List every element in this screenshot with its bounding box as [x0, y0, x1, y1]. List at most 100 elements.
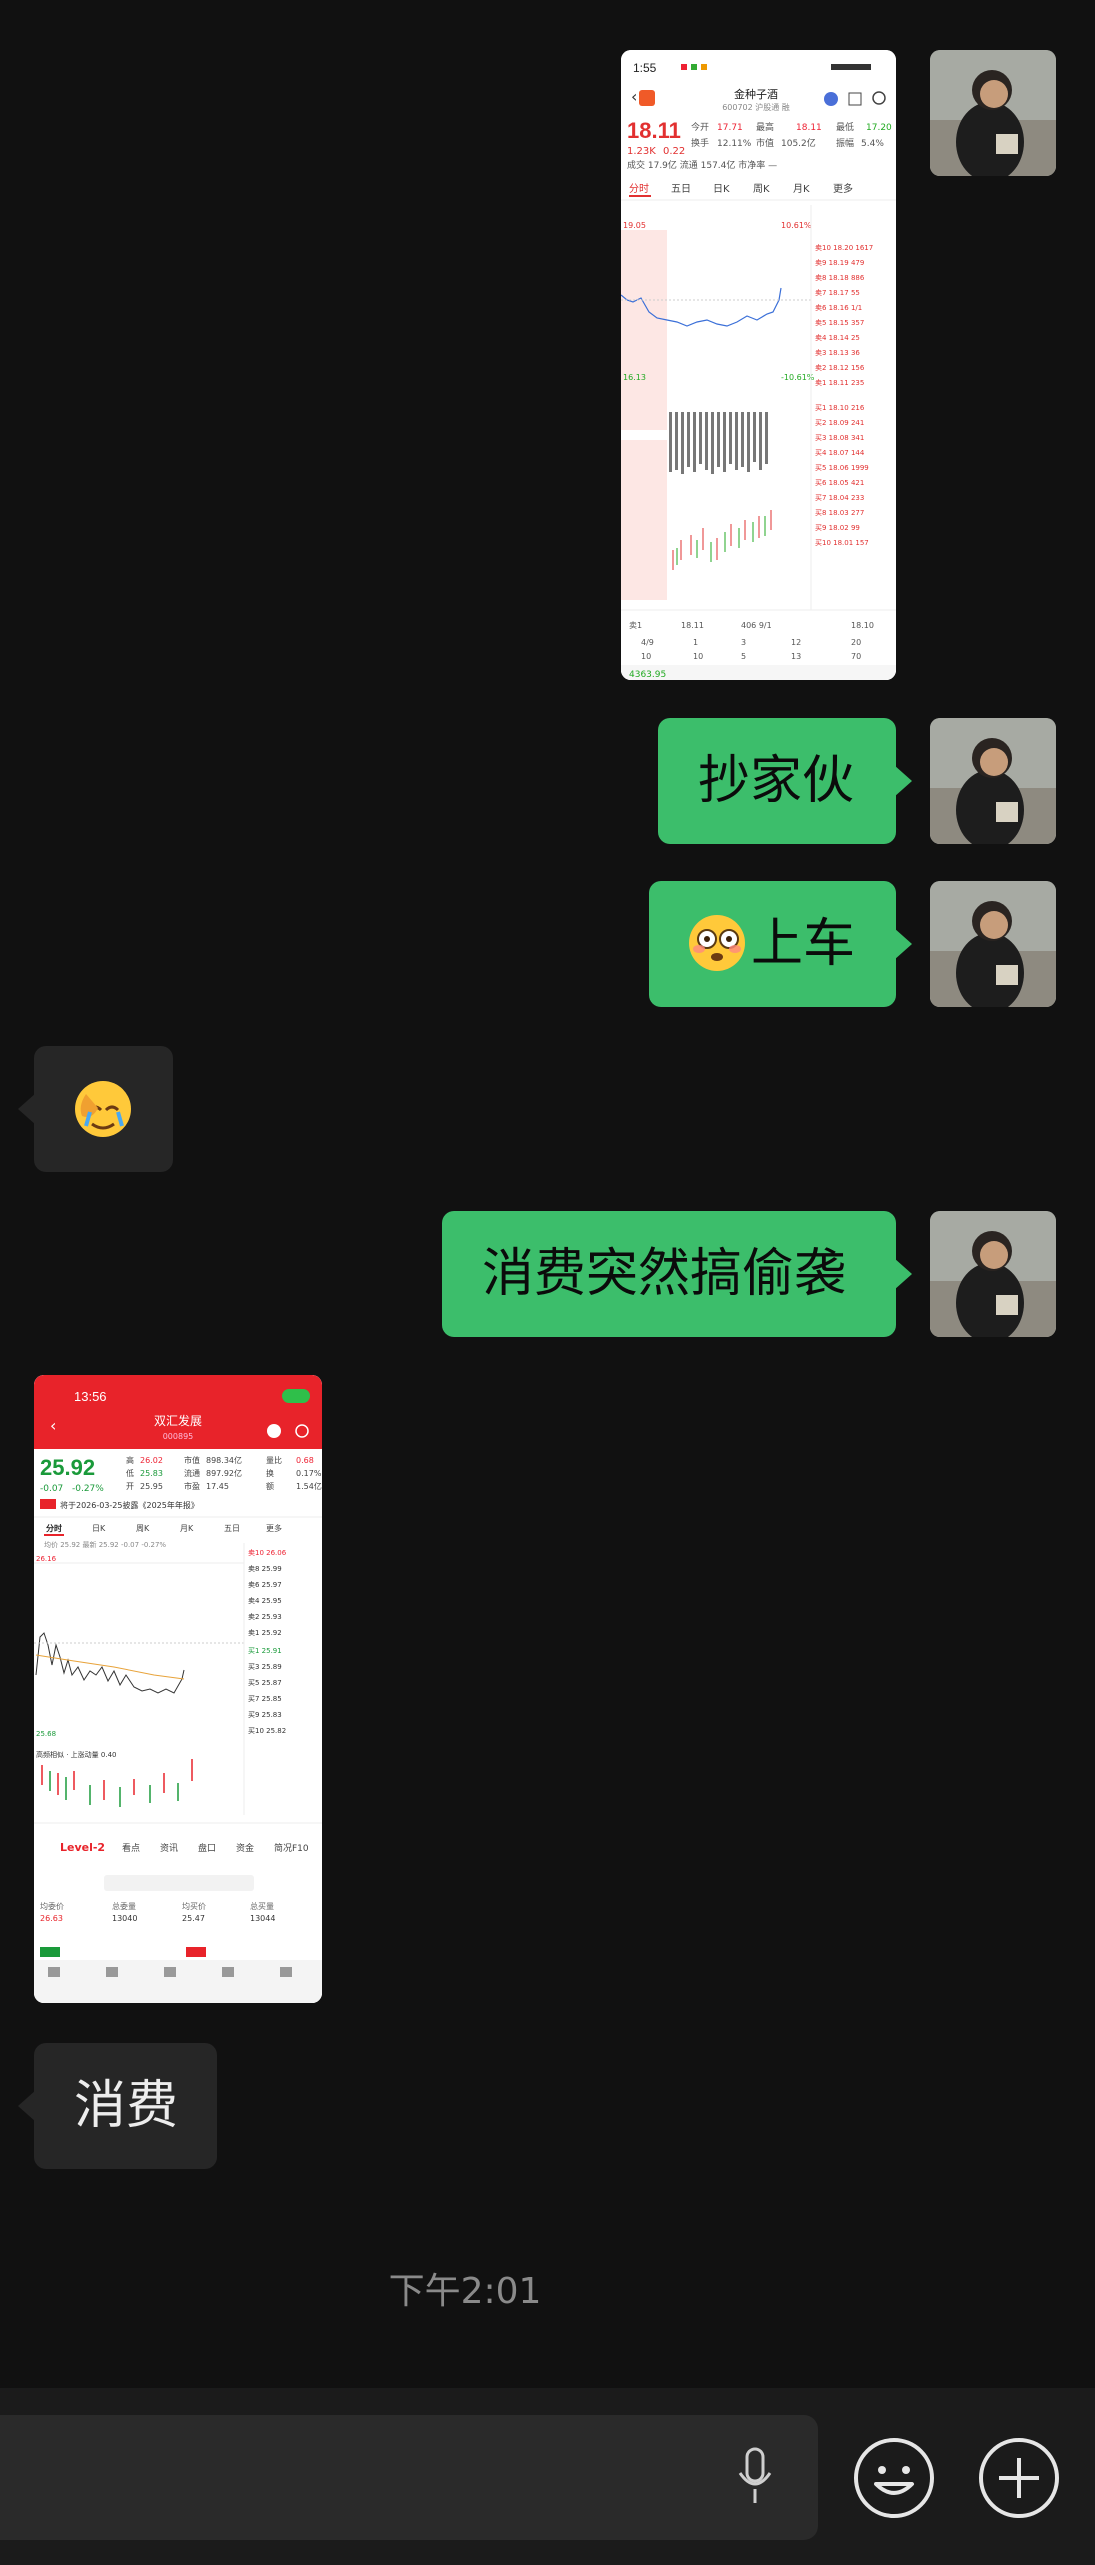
avatar-self[interactable] — [930, 1211, 1056, 1337]
svg-text:月K: 月K — [793, 183, 810, 195]
svg-text:18.10: 18.10 — [851, 621, 874, 630]
shot1-pct: 0.22 — [663, 146, 685, 157]
shot2-stat-value-3: 13044 — [250, 1914, 275, 1923]
svg-text:26.16: 26.16 — [36, 1555, 57, 1563]
svg-text:资讯: 资讯 — [160, 1843, 178, 1854]
svg-text:五日: 五日 — [671, 184, 691, 195]
message-bubble-out[interactable]: 上车 — [649, 881, 912, 1007]
svg-text:卖5 18.15 357: 卖5 18.15 357 — [815, 319, 864, 327]
svg-text:量比: 量比 — [266, 1455, 282, 1465]
svg-text:10.61%: 10.61% — [781, 221, 812, 230]
svg-text:卖3 18.13 36: 卖3 18.13 36 — [815, 349, 860, 357]
svg-text:高频相似 · 上涨动量 0.40: 高频相似 · 上涨动量 0.40 — [36, 1750, 117, 1759]
svg-text:流通: 流通 — [184, 1468, 200, 1478]
svg-text:5: 5 — [741, 652, 746, 661]
svg-text:卖1: 卖1 — [629, 621, 642, 630]
message-bubble-out[interactable]: 抄家伙 — [658, 718, 912, 844]
svg-text:卖8 25.99: 卖8 25.99 — [248, 1565, 282, 1573]
svg-text:卖10 18.20 1617: 卖10 18.20 1617 — [815, 244, 873, 252]
svg-text:市值: 市值 — [756, 137, 774, 149]
svg-text:10: 10 — [641, 652, 651, 661]
svg-text:卖6 25.97: 卖6 25.97 — [248, 1581, 282, 1589]
svg-text:买3 18.08 341: 买3 18.08 341 — [815, 434, 864, 442]
svg-text:分时: 分时 — [629, 183, 649, 195]
svg-text:买1 25.91: 买1 25.91 — [248, 1647, 282, 1655]
svg-text:换: 换 — [266, 1468, 274, 1478]
chat-screen: { "messages": { "m2": {"text": "抄家伙"}, "… — [0, 0, 1095, 2565]
svg-text:26.02: 26.02 — [140, 1456, 163, 1465]
svg-text:卖6 18.16 1/1: 卖6 18.16 1/1 — [815, 304, 862, 312]
svg-text:最高: 最高 — [756, 121, 774, 133]
svg-text:均价 25.92 最新 25.92 -0.07 -0.27%: 均价 25.92 最新 25.92 -0.07 -0.27% — [44, 1540, 166, 1549]
svg-text:买5 25.87: 买5 25.87 — [248, 1679, 282, 1687]
shot2-stat-value-2: 25.47 — [182, 1914, 205, 1923]
svg-text:买7 25.85: 买7 25.85 — [248, 1695, 282, 1703]
shot1-bottom-value: 4363.95 — [629, 670, 666, 680]
smiley-icon[interactable] — [854, 2438, 934, 2518]
svg-text:低: 低 — [126, 1468, 134, 1478]
flushed-face-emoji-icon — [689, 915, 745, 971]
svg-text:19.05: 19.05 — [623, 221, 646, 230]
svg-text:买8 18.03 277: 买8 18.03 277 — [815, 509, 864, 517]
message-bubble-in[interactable] — [18, 1046, 173, 1172]
avatar-self[interactable] — [930, 881, 1056, 1007]
svg-text:‹: ‹ — [631, 87, 637, 106]
svg-text:今开: 今开 — [691, 121, 709, 133]
svg-text:更多: 更多 — [833, 182, 853, 195]
svg-text:日K: 日K — [713, 184, 730, 195]
shot2-notice: 将于2026-03-25披露《2025年年报》 — [60, 1500, 199, 1510]
svg-text:周K: 周K — [136, 1524, 150, 1533]
svg-text:买9 25.83: 买9 25.83 — [248, 1711, 282, 1719]
shot2-stat-value-0: 26.63 — [40, 1914, 63, 1923]
svg-text:600702 沪股通 融: 600702 沪股通 融 — [722, 102, 790, 112]
shot2-stat-label-1: 总委量 — [112, 1901, 136, 1911]
stock-screenshot-1: 1:55 ‹ 金种子酒 600702 沪股通 融 18.11 1.23K 0.2… — [621, 50, 896, 680]
svg-text:日K: 日K — [92, 1524, 106, 1533]
message-bubble-in[interactable]: 消费 — [18, 2043, 217, 2169]
svg-text:25.83: 25.83 — [140, 1469, 163, 1478]
shot2-name: 双汇发展 — [154, 1413, 202, 1428]
microphone-icon[interactable] — [735, 2447, 775, 2507]
stock-screenshot-2: 13:56 ‹ 双汇发展 000895 25.92 -0.07 -0.27% 高… — [34, 1375, 322, 2003]
avatar-photo — [930, 881, 1056, 1007]
avatar-self[interactable] — [930, 718, 1056, 844]
svg-text:0.68: 0.68 — [296, 1456, 314, 1465]
avatar-self[interactable] — [930, 50, 1056, 176]
message-bubble-out[interactable]: 消费突然搞偷袭 — [442, 1211, 912, 1337]
shot2-stat-label-0: 均委价 — [40, 1901, 64, 1911]
svg-text:897.92亿: 897.92亿 — [206, 1468, 242, 1478]
svg-text:卖2 25.93: 卖2 25.93 — [248, 1613, 282, 1621]
shot1-price: 18.11 — [627, 118, 681, 143]
plus-icon[interactable] — [979, 2438, 1059, 2518]
svg-text:看点: 看点 — [122, 1842, 140, 1854]
svg-text:17.71: 17.71 — [717, 123, 743, 133]
svg-text:25.68: 25.68 — [36, 1730, 56, 1738]
svg-text:卖10 26.06: 卖10 26.06 — [248, 1549, 287, 1557]
svg-text:卖4 25.95: 卖4 25.95 — [248, 1597, 282, 1605]
svg-text:17.20: 17.20 — [866, 123, 892, 133]
svg-text:成交 17.9亿 流通 157.4亿 市净率 —: 成交 17.9亿 流通 157.4亿 市净率 — — [627, 159, 777, 171]
svg-text:卖1 18.11 235: 卖1 18.11 235 — [815, 379, 864, 387]
svg-text:简况F10: 简况F10 — [274, 1842, 309, 1854]
svg-text:25.95: 25.95 — [140, 1482, 163, 1491]
svg-text:买1 18.10 216: 买1 18.10 216 — [815, 404, 865, 412]
message-image-stock-2[interactable]: 13:56 ‹ 双汇发展 000895 25.92 -0.07 -0.27% 高… — [34, 1375, 322, 2003]
svg-text:买5 18.06 1999: 买5 18.06 1999 — [815, 464, 869, 472]
svg-text:买4 18.07 144: 买4 18.07 144 — [815, 449, 865, 457]
svg-text:市值: 市值 — [184, 1455, 200, 1465]
message-image-stock-1[interactable]: 1:55 ‹ 金种子酒 600702 沪股通 融 18.11 1.23K 0.2… — [621, 50, 896, 680]
message-text: 上车 — [751, 914, 856, 974]
svg-text:最低: 最低 — [836, 121, 854, 133]
facepalm-crying-emoji-icon — [75, 1081, 131, 1137]
svg-text:105.2亿: 105.2亿 — [781, 137, 816, 149]
svg-text:买2 18.09 241: 买2 18.09 241 — [815, 419, 864, 427]
message-input[interactable] — [0, 2415, 818, 2540]
svg-text:额: 额 — [266, 1481, 274, 1491]
svg-text:买6 18.05 421: 买6 18.05 421 — [815, 479, 864, 487]
svg-text:买10 18.01 157: 买10 18.01 157 — [815, 539, 869, 547]
svg-text:买7 18.04 233: 买7 18.04 233 — [815, 494, 864, 502]
svg-text:898.34亿: 898.34亿 — [206, 1455, 242, 1465]
svg-text:盘口: 盘口 — [198, 1842, 216, 1854]
svg-text:分时: 分时 — [46, 1523, 62, 1533]
svg-text:‹: ‹ — [50, 1416, 56, 1435]
